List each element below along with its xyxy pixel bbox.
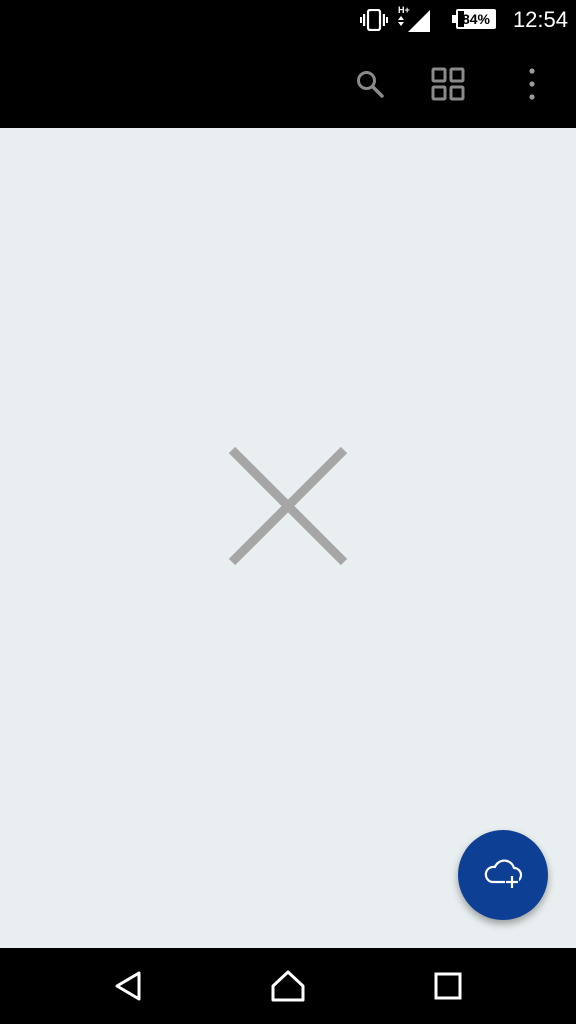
clock: 12:54 [512,7,568,32]
grid-view-icon [431,67,465,101]
back-button[interactable] [104,962,152,1010]
battery-percent: 84% [461,11,491,27]
more-options-button[interactable] [510,62,554,106]
vibrate-icon [360,9,388,31]
recents-button[interactable] [424,962,472,1010]
navigation-bar [0,948,576,1024]
network-type-text: H+ [398,5,410,15]
search-button[interactable] [348,62,392,106]
screen: H+ 84% 12:54 [0,0,576,1024]
status-bar: H+ 84% 12:54 [0,0,576,40]
recents-icon [434,972,462,1000]
back-icon [115,971,141,1001]
cloud-add-icon [484,859,523,889]
home-button[interactable] [264,962,312,1010]
close-icon [228,446,348,566]
signal-icon: H+ [398,5,430,32]
app-bar [0,40,576,128]
search-icon [357,71,384,98]
more-vert-icon [529,68,535,100]
home-icon [271,970,305,1002]
grid-view-button[interactable] [426,62,470,106]
upload-fab-button[interactable] [458,830,548,920]
